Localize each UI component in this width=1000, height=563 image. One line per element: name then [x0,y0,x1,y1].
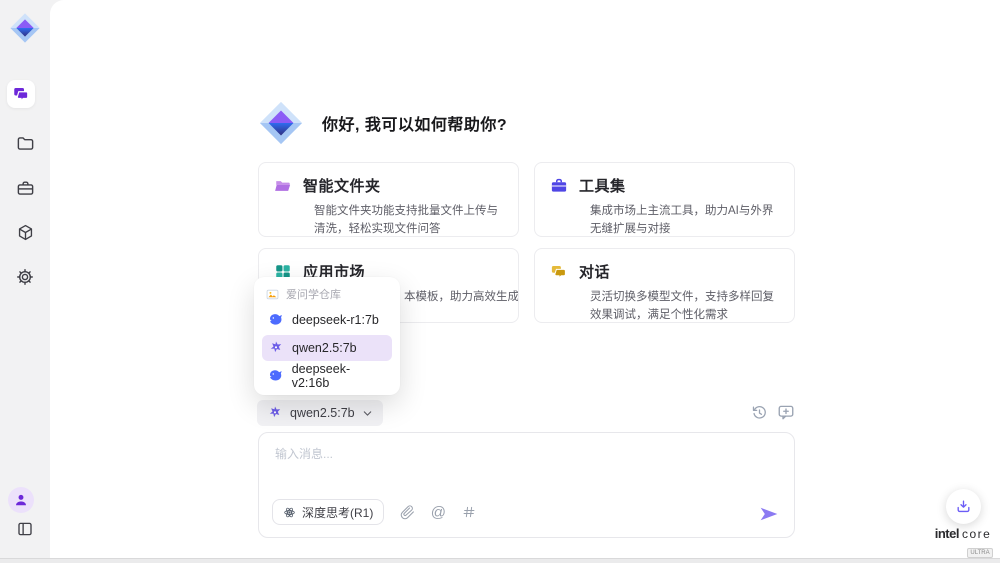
send-icon [759,504,779,524]
sidebar-item-chat[interactable] [7,80,35,108]
qwen-icon [268,340,284,356]
history-button[interactable] [751,404,768,421]
folder-open-icon [274,177,292,195]
sidebar-item-models[interactable] [15,222,35,242]
chat-bubbles-icon [550,263,568,281]
download-fab-button[interactable] [946,489,981,524]
model-dropdown-header: 爱问学仓库 [262,283,392,305]
model-dropdown: 爱问学仓库 deepseek-r1:7b qwen2.5:7b deepseek… [254,277,400,395]
intel-core-logo: intel core ultra [926,526,1000,559]
app-logo-icon [258,100,304,146]
card-description: 本模板，助力高效生成多 [404,288,503,306]
paperclip-icon [400,505,415,520]
card-title: 工具集 [579,175,626,196]
greeting-title: 你好, 我可以如何帮助你? [322,111,507,135]
new-chat-icon [777,403,795,421]
qwen-icon [267,405,283,421]
history-icon [751,404,768,421]
folder-icon [16,134,35,153]
download-icon [955,498,972,515]
model-option-deepseek-v2[interactable]: deepseek-v2:16b [262,363,392,389]
gear-icon [15,267,35,287]
sidebar-item-folders[interactable] [15,133,35,153]
intel-ultra-badge: ultra [967,548,992,558]
sidebar-item-toolbox[interactable] [15,178,35,198]
model-option-deepseek-r1[interactable]: deepseek-r1:7b [262,307,392,333]
model-option-qwen[interactable]: qwen2.5:7b [262,335,392,361]
app-logo-icon [9,12,41,44]
card-smart-folder[interactable]: 智能文件夹 智能文件夹功能支持批量文件上传与清洗，轻松实现文件问答 [258,162,519,237]
sidebar-item-profile[interactable] [8,487,34,513]
deepseek-icon [268,312,284,328]
card-title: 智能文件夹 [303,175,381,196]
chevron-down-icon [362,408,373,419]
message-input[interactable] [275,445,705,487]
card-description: 灵活切换多模型文件，支持多样回复效果调试，满足个性化需求 [590,288,779,323]
card-description: 智能文件夹功能支持批量文件上传与清洗，轻松实现文件问答 [314,202,503,237]
briefcase-icon [16,179,35,198]
bottom-edge [0,558,1000,563]
attach-button[interactable] [399,504,415,520]
sidebar-item-collapse[interactable] [15,519,35,539]
new-chat-button[interactable] [777,403,795,421]
briefcase-icon [550,177,568,195]
card-title: 对话 [579,261,610,282]
model-selector-label: qwen2.5:7b [290,406,355,420]
sidebar-item-settings[interactable] [15,267,35,287]
card-toolset[interactable]: 工具集 集成市场上主流工具，助力AI与外界无缝扩展与对接 [534,162,795,237]
user-icon [14,493,28,507]
chat-icon [12,85,30,103]
repository-icon [266,288,279,301]
mention-button[interactable]: @ [430,504,446,520]
prompt-template-button[interactable] [461,504,477,520]
deep-think-toggle[interactable]: 深度思考(R1) [272,499,384,525]
send-button[interactable] [759,504,779,524]
panel-icon [16,520,34,538]
hash-icon [462,505,476,519]
sidebar [0,0,50,558]
composer-toolbar: 深度思考(R1) @ [272,499,477,525]
greeting: 你好, 我可以如何帮助你? [258,100,507,146]
deepseek-icon [268,368,284,384]
at-icon: @ [431,505,446,520]
atom-icon [283,506,296,519]
model-selector-button[interactable]: qwen2.5:7b [257,400,383,426]
card-description: 集成市场上主流工具，助力AI与外界无缝扩展与对接 [590,202,779,237]
card-dialogue[interactable]: 对话 灵活切换多模型文件，支持多样回复效果调试，满足个性化需求 [534,248,795,323]
composer: 深度思考(R1) @ [258,432,795,538]
cube-icon [16,223,35,242]
